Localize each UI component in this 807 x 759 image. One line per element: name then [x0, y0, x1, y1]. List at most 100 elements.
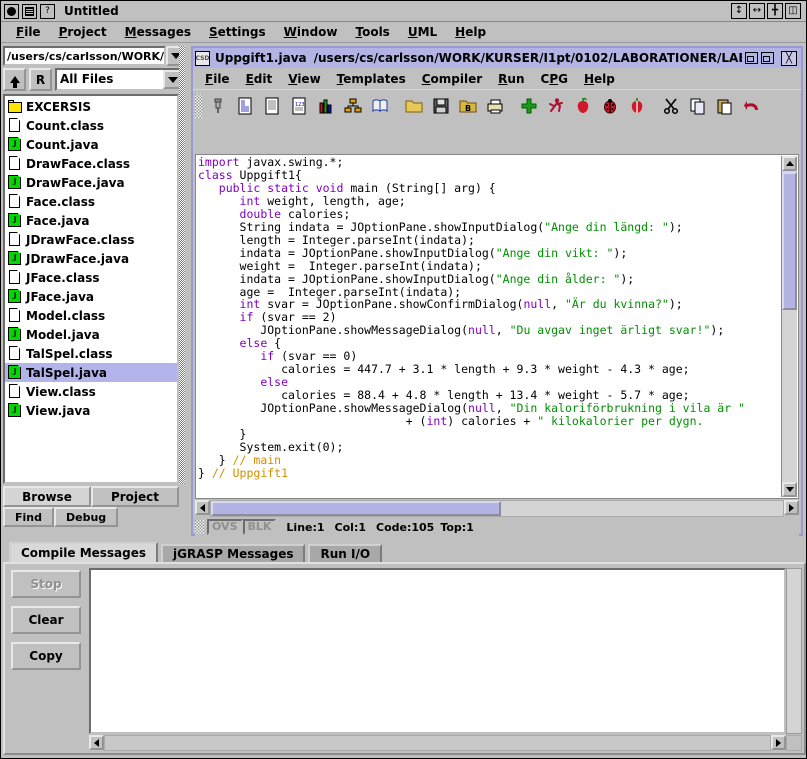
editor-file-name: Uppgift1.java — [215, 51, 307, 65]
editor-menu-cpg[interactable]: CPG — [533, 70, 576, 88]
menu-settings[interactable]: Settings — [200, 23, 275, 41]
editor-menu-compiler[interactable]: Compiler — [414, 70, 490, 88]
hierarchy-tree-icon[interactable] — [340, 92, 366, 119]
messages-scroll-track[interactable] — [104, 735, 771, 751]
help-button[interactable]: ? — [40, 3, 55, 19]
refresh-button[interactable]: R — [29, 68, 52, 91]
tab-project[interactable]: Project — [91, 486, 179, 507]
stop-button[interactable]: Stop — [11, 570, 81, 598]
list-item[interactable]: J JDrawFace.java — [5, 249, 177, 268]
print-icon[interactable] — [482, 92, 508, 119]
messages-vertical-scrollbar[interactable] — [786, 568, 802, 734]
code-vertical-scrollbar[interactable] — [781, 156, 797, 497]
scroll-left-button[interactable] — [195, 500, 210, 515]
list-item[interactable]: JFace.class — [5, 268, 177, 287]
list-item[interactable]: J Face.java — [5, 211, 177, 230]
copy-icon[interactable] — [685, 92, 711, 119]
menu-help[interactable]: Help — [446, 23, 495, 41]
editor-menu-view[interactable]: View — [280, 70, 328, 88]
tab-jgrasp-messages[interactable]: jGRASP Messages — [161, 544, 306, 562]
scroll-down-button[interactable] — [782, 482, 797, 497]
browse-panel-scrollbar[interactable] — [179, 46, 185, 484]
ladybug-icon[interactable] — [597, 92, 623, 119]
browse-tabs: Browse Project — [3, 486, 179, 507]
window-menu-button[interactable] — [4, 3, 19, 19]
tab-debug[interactable]: Debug — [54, 507, 119, 527]
menu-messages[interactable]: Messages — [116, 23, 200, 41]
tab-compile-messages[interactable]: Compile Messages — [9, 542, 159, 562]
list-item[interactable]: DrawFace.class — [5, 154, 177, 173]
list-item[interactable]: J JFace.java — [5, 287, 177, 306]
pin-icon[interactable] — [205, 92, 231, 119]
window-list-button[interactable] — [22, 3, 37, 19]
arrow-left-icon — [94, 738, 99, 747]
editor-menu-templates[interactable]: Templates — [329, 70, 414, 88]
messages-scroll-right-button[interactable] — [771, 735, 786, 750]
undo-arrow-icon[interactable] — [739, 92, 765, 119]
tab-find[interactable]: Find — [3, 507, 54, 527]
menu-window[interactable]: Window — [275, 23, 347, 41]
copy-button[interactable]: Copy — [11, 642, 81, 670]
list-item[interactable]: J View.java — [5, 401, 177, 420]
vertical-scroll-thumb[interactable] — [782, 172, 797, 310]
path-input[interactable]: /users/cs/carlsson/WORK/ — [3, 46, 166, 66]
messages-scroll-left-button[interactable] — [89, 735, 104, 750]
up-directory-button[interactable] — [3, 68, 26, 91]
editor-menu-file[interactable]: File — [197, 70, 238, 88]
messages-output-area[interactable] — [89, 568, 786, 734]
editor-menu-run[interactable]: Run — [490, 70, 532, 88]
resize-horizontal-icon[interactable]: ↔ — [749, 3, 765, 19]
editor-maximize-button[interactable] — [761, 52, 774, 64]
code-horizontal-scrollbar[interactable] — [195, 500, 799, 517]
code-editor[interactable]: import javax.swing.*; class Uppgift1{ pub… — [195, 154, 799, 499]
scroll-right-button[interactable] — [784, 500, 799, 515]
move-icon[interactable]: ╋ — [767, 3, 783, 19]
file-list[interactable]: EXCERSIS Count.class J Count.java DrawFace.c… — [3, 94, 179, 484]
list-item[interactable]: View.class — [5, 382, 177, 401]
plus-icon[interactable] — [516, 92, 542, 119]
open-folder-icon[interactable] — [401, 92, 427, 119]
tab-run-io[interactable]: Run I/O — [308, 544, 383, 562]
file-filter-combo[interactable]: All Files — [55, 68, 185, 91]
folder-b-icon[interactable]: B — [455, 92, 481, 119]
bar-chart-icon[interactable] — [313, 92, 339, 119]
chevron-down-icon — [168, 76, 178, 83]
list-item[interactable]: J Model.java — [5, 325, 177, 344]
apple-split-icon[interactable] — [624, 92, 650, 119]
list-item[interactable]: Model.class — [5, 306, 177, 325]
paste-icon[interactable] — [712, 92, 738, 119]
list-item[interactable]: Face.class — [5, 192, 177, 211]
menu-file[interactable]: FFileile — [7, 23, 50, 41]
apple-icon[interactable] — [570, 92, 596, 119]
list-item[interactable]: EXCERSIS — [5, 97, 177, 116]
clear-button[interactable]: Clear — [11, 606, 81, 634]
editor-minimize-button[interactable] — [745, 52, 758, 64]
restore-icon[interactable]: ◫ — [785, 3, 801, 19]
open-book-icon[interactable] — [367, 92, 393, 119]
list-item[interactable]: J Count.java — [5, 135, 177, 154]
editor-menu-help[interactable]: Help — [576, 70, 623, 88]
blank-document-icon[interactable] — [259, 92, 285, 119]
resize-vertical-icon[interactable]: ↕ — [731, 3, 747, 19]
menu-uml[interactable]: UML — [399, 23, 446, 41]
horizontal-scroll-thumb[interactable] — [211, 501, 501, 516]
menu-tools[interactable]: Tools — [346, 23, 398, 41]
toolbar-grip[interactable] — [195, 93, 202, 118]
scroll-up-button[interactable] — [782, 156, 797, 171]
save-disk-icon[interactable] — [428, 92, 454, 119]
new-document-icon[interactable] — [232, 92, 258, 119]
editor-close-button[interactable]: ╳ — [781, 50, 797, 66]
run-figure-icon[interactable] — [543, 92, 569, 119]
horizontal-scroll-track[interactable] — [210, 500, 784, 517]
messages-horizontal-scrollbar[interactable] — [89, 735, 802, 751]
list-item[interactable]: J DrawFace.java — [5, 173, 177, 192]
list-item[interactable]: Count.class — [5, 116, 177, 135]
numbered-document-icon[interactable]: 123 — [286, 92, 312, 119]
cut-scissors-icon[interactable] — [658, 92, 684, 119]
list-item[interactable]: JDrawFace.class — [5, 230, 177, 249]
editor-menu-edit[interactable]: Edit — [238, 70, 281, 88]
menu-project[interactable]: Project — [50, 23, 116, 41]
list-item[interactable]: J TalSpel.java — [5, 363, 177, 382]
tab-browse[interactable]: Browse — [3, 486, 91, 507]
list-item[interactable]: TalSpel.class — [5, 344, 177, 363]
